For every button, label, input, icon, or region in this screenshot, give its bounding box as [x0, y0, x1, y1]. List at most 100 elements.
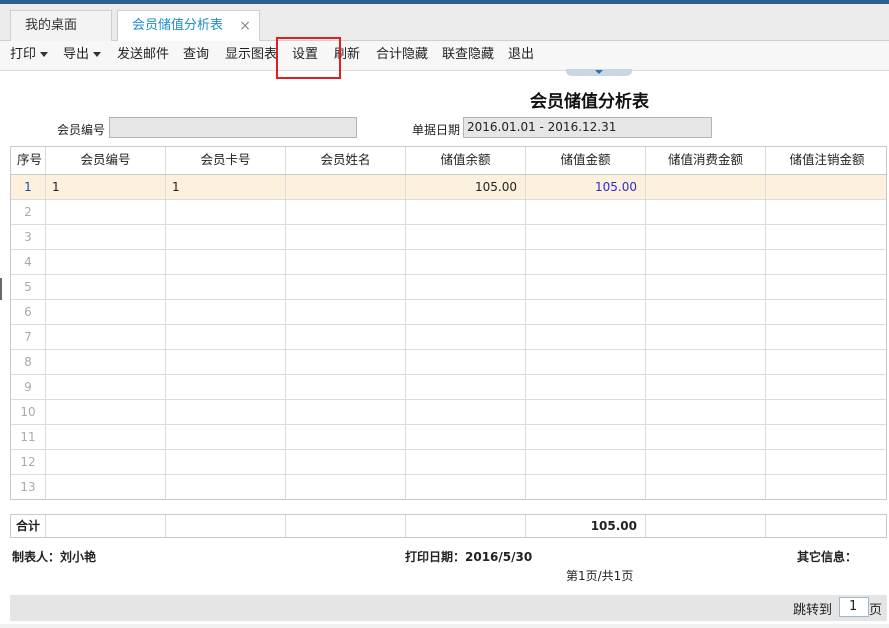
- column-header[interactable]: 会员编号: [46, 147, 166, 174]
- send-email-button[interactable]: 发送邮件: [117, 41, 169, 71]
- table-cell[interactable]: [166, 200, 286, 224]
- table-cell[interactable]: [46, 250, 166, 274]
- export-menu-button[interactable]: 导出: [63, 41, 102, 71]
- table-cell[interactable]: [46, 300, 166, 324]
- table-row[interactable]: 7: [11, 325, 886, 350]
- table-cell[interactable]: [526, 450, 646, 474]
- table-cell[interactable]: [286, 375, 406, 399]
- column-header[interactable]: 会员卡号: [166, 147, 286, 174]
- table-row[interactable]: 6: [11, 300, 886, 325]
- table-cell[interactable]: [166, 275, 286, 299]
- table-cell[interactable]: [286, 350, 406, 374]
- column-header[interactable]: 储值消费金额: [646, 147, 766, 174]
- table-cell[interactable]: [166, 475, 286, 499]
- table-cell[interactable]: [46, 200, 166, 224]
- column-header[interactable]: 序号: [11, 147, 46, 174]
- table-cell[interactable]: [766, 350, 886, 374]
- table-cell[interactable]: [286, 475, 406, 499]
- table-cell[interactable]: [406, 300, 526, 324]
- member-no-input[interactable]: [109, 117, 357, 138]
- table-cell[interactable]: [46, 325, 166, 349]
- table-cell[interactable]: [766, 425, 886, 449]
- table-cell[interactable]: [646, 450, 766, 474]
- table-cell[interactable]: [286, 200, 406, 224]
- table-cell[interactable]: [646, 225, 766, 249]
- jump-page-input[interactable]: 1: [839, 597, 869, 617]
- table-cell[interactable]: [406, 350, 526, 374]
- table-cell[interactable]: [766, 375, 886, 399]
- total-hide-button[interactable]: 合计隐藏: [376, 41, 428, 71]
- column-header[interactable]: 会员姓名: [286, 147, 406, 174]
- table-cell[interactable]: [46, 400, 166, 424]
- table-cell[interactable]: [406, 375, 526, 399]
- column-header[interactable]: 储值余额: [406, 147, 526, 174]
- table-cell[interactable]: [406, 425, 526, 449]
- table-cell[interactable]: [646, 275, 766, 299]
- table-cell[interactable]: [766, 200, 886, 224]
- column-header[interactable]: 储值注销金额: [766, 147, 886, 174]
- table-cell[interactable]: [286, 425, 406, 449]
- linked-hide-button[interactable]: 联查隐藏: [442, 41, 494, 71]
- table-cell[interactable]: [166, 425, 286, 449]
- table-cell[interactable]: [766, 400, 886, 424]
- table-cell[interactable]: [286, 325, 406, 349]
- table-cell[interactable]: [646, 425, 766, 449]
- table-cell[interactable]: [286, 400, 406, 424]
- table-cell[interactable]: [646, 300, 766, 324]
- table-cell[interactable]: [166, 325, 286, 349]
- table-cell[interactable]: [406, 325, 526, 349]
- table-cell[interactable]: [526, 200, 646, 224]
- close-icon[interactable]: ×: [239, 11, 251, 41]
- table-cell[interactable]: [286, 175, 406, 199]
- table-cell[interactable]: 1: [166, 175, 286, 199]
- tab-member-stored-value-report[interactable]: 会员储值分析表 ×: [117, 10, 260, 43]
- table-row[interactable]: 12: [11, 450, 886, 475]
- table-row[interactable]: 1 1 1 105.00 105.00: [11, 175, 886, 200]
- tab-my-desktop[interactable]: 我的桌面: [10, 10, 112, 42]
- table-cell[interactable]: [166, 225, 286, 249]
- table-cell[interactable]: [526, 475, 646, 499]
- print-menu-button[interactable]: 打印: [10, 41, 49, 71]
- table-cell[interactable]: [646, 350, 766, 374]
- table-cell[interactable]: [286, 300, 406, 324]
- table-row[interactable]: 8: [11, 350, 886, 375]
- query-button[interactable]: 查询: [183, 41, 209, 71]
- table-cell[interactable]: [526, 425, 646, 449]
- table-cell[interactable]: [406, 400, 526, 424]
- table-cell[interactable]: [46, 425, 166, 449]
- table-cell[interactable]: [46, 375, 166, 399]
- table-row[interactable]: 10: [11, 400, 886, 425]
- table-cell[interactable]: [46, 450, 166, 474]
- table-row[interactable]: 4: [11, 250, 886, 275]
- table-cell[interactable]: [406, 225, 526, 249]
- collapse-toggle[interactable]: [566, 69, 632, 76]
- table-cell[interactable]: [166, 375, 286, 399]
- table-cell[interactable]: [286, 275, 406, 299]
- table-cell[interactable]: [166, 400, 286, 424]
- table-cell[interactable]: [646, 250, 766, 274]
- table-cell[interactable]: [406, 450, 526, 474]
- table-cell[interactable]: [526, 350, 646, 374]
- show-chart-button[interactable]: 显示图表: [225, 41, 277, 71]
- date-range-input[interactable]: 2016.01.01 - 2016.12.31: [463, 117, 712, 138]
- table-row[interactable]: 3: [11, 225, 886, 250]
- table-cell[interactable]: [406, 275, 526, 299]
- table-cell[interactable]: [646, 175, 766, 199]
- table-cell[interactable]: 105.00: [526, 175, 646, 199]
- table-cell[interactable]: [406, 475, 526, 499]
- table-cell[interactable]: 1: [46, 175, 166, 199]
- table-cell[interactable]: [766, 475, 886, 499]
- table-cell[interactable]: [766, 250, 886, 274]
- table-cell[interactable]: [406, 200, 526, 224]
- table-cell[interactable]: [766, 175, 886, 199]
- table-row[interactable]: 9: [11, 375, 886, 400]
- table-cell[interactable]: [646, 200, 766, 224]
- table-cell[interactable]: [646, 375, 766, 399]
- table-cell[interactable]: [646, 475, 766, 499]
- table-cell[interactable]: [766, 300, 886, 324]
- column-header[interactable]: 储值金额: [526, 147, 646, 174]
- table-cell[interactable]: [166, 250, 286, 274]
- table-row[interactable]: 11: [11, 425, 886, 450]
- table-cell[interactable]: [286, 225, 406, 249]
- table-cell[interactable]: [46, 350, 166, 374]
